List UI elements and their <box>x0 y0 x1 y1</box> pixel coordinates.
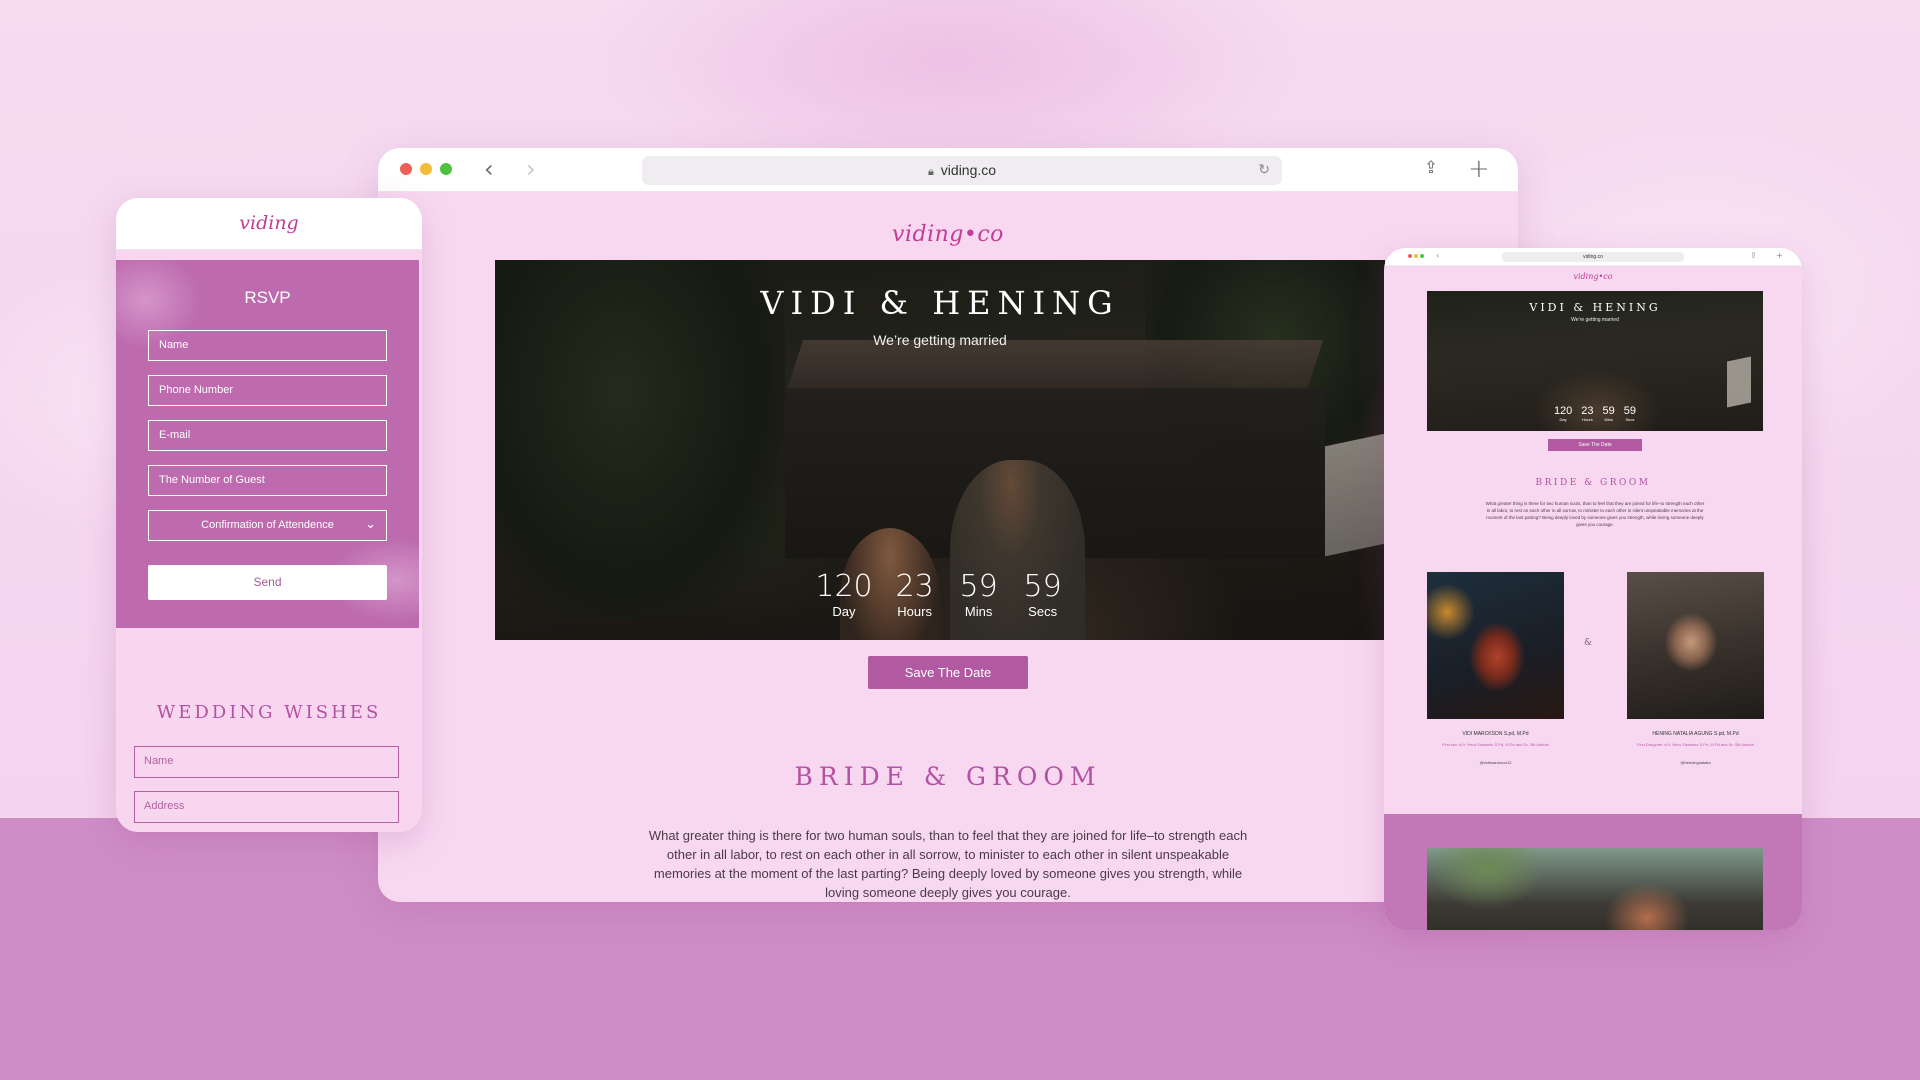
rsvp-guests-field[interactable]: The Number of Guest <box>148 465 387 496</box>
countdown-days: 120 Day <box>815 569 873 620</box>
send-button[interactable]: Send <box>148 565 387 600</box>
tablet-maximize-dot <box>1420 254 1424 258</box>
mobile-header: viding <box>116 198 422 250</box>
plus-icon[interactable]: + <box>1468 154 1490 184</box>
share-icon[interactable]: ⇪ <box>1420 158 1442 182</box>
bride-name: HENING NATALIA AGUNG S.pd, M.Pd <box>1652 731 1739 737</box>
tablet-titlebar: ‹ viding.co ⇪ + <box>1384 248 1802 266</box>
tablet-save-button: Save The Date <box>1548 439 1642 451</box>
tablet-bride-title: BRIDE & GROOM <box>1535 478 1651 488</box>
bride-parents: First Daughter of Ir. Heru Siswanto S.Pd… <box>1637 742 1754 747</box>
rsvp-form: RSVP Name Phone Number E-mail The Number… <box>116 260 419 628</box>
hero-banner: VIDI & HENING We’re getting married 120 … <box>495 260 1385 640</box>
bride-groom-text: What greater thing is there for two huma… <box>648 828 1248 900</box>
browser-titlebar: ‹ › 🔒︎ viding.co ↻ ⇪ + <box>378 148 1518 192</box>
rsvp-title: RSVP <box>244 288 291 307</box>
rsvp-name-field[interactable]: Name <box>148 330 387 361</box>
chevron-left-icon[interactable]: ‹ <box>484 156 494 182</box>
wishes-address-field[interactable]: Address <box>134 791 399 823</box>
desktop-browser-window: ‹ › 🔒︎ viding.co ↻ ⇪ + viding•co VIDI & H… <box>378 148 1518 902</box>
countdown: 120 Day 23 Hours 59 Mins 59 Secs <box>495 569 1385 620</box>
save-the-date-button[interactable]: Save The Date <box>868 656 1028 689</box>
tablet-hero: VIDI & HENING We’re getting married 120 D… <box>1427 291 1763 431</box>
confirmation-label: Confirmation of Attendence <box>201 519 334 531</box>
address-bar[interactable]: 🔒︎ viding.co ↻ <box>642 156 1282 185</box>
plus-icon: + <box>1776 251 1783 260</box>
countdown-secs: 59 Secs <box>1023 569 1062 620</box>
bride-photo <box>1627 572 1764 719</box>
site-logo[interactable]: viding•co <box>378 222 1518 247</box>
url-text: viding.co <box>940 162 997 178</box>
groom-name: VIDI MARCKSON S.pd, M.Pd <box>1462 731 1529 737</box>
groom-instagram: @vidimarckson12 <box>1479 760 1512 765</box>
tablet-logo: viding•co <box>1573 272 1613 281</box>
close-window-button[interactable] <box>400 163 412 175</box>
countdown-mins: 59 Mins <box>959 569 998 620</box>
countdown-hours: 23 Hours <box>895 569 934 620</box>
tablet-minimize-dot <box>1414 254 1418 258</box>
tablet-hero-title: VIDI & HENING <box>1529 301 1661 314</box>
rsvp-email-field[interactable]: E-mail <box>148 420 387 451</box>
tablet-preview: ‹ viding.co ⇪ + viding•co VIDI & HENING … <box>1384 248 1802 930</box>
reload-icon[interactable]: ↻ <box>1258 156 1270 185</box>
chevron-down-icon: ⌄ <box>365 517 376 532</box>
bride-instagram: @henningnatalia <box>1680 760 1711 765</box>
mobile-logo[interactable]: viding <box>116 212 422 234</box>
lock-icon: 🔒︎ <box>927 166 934 178</box>
tablet-gallery-photo <box>1427 848 1763 930</box>
ampersand-icon: & <box>1584 638 1593 648</box>
tablet-hero-subtitle: We’re getting married <box>1571 317 1619 323</box>
share-icon: ⇪ <box>1750 251 1757 260</box>
groom-parents: First son of Ir. Heru Siswanto S.Pd, M.P… <box>1442 742 1549 747</box>
tablet-close-dot <box>1408 254 1412 258</box>
tablet-countdown: 120 Day 23 Hours 59 Mins 59 Secs <box>1553 405 1637 422</box>
rsvp-confirmation-select[interactable]: Confirmation of Attendence ⌄ <box>148 510 387 541</box>
rsvp-phone-field[interactable]: Phone Number <box>148 375 387 406</box>
tablet-bride-text: What greater thing is there for two huma… <box>1485 501 1705 527</box>
wedding-wishes-title: WEDDING WISHES <box>156 702 382 723</box>
groom-photo <box>1427 572 1564 719</box>
tablet-address-bar: viding.co <box>1502 252 1684 262</box>
chevron-right-icon[interactable]: › <box>526 156 536 182</box>
wishes-name-field[interactable]: Name <box>134 746 399 778</box>
bride-groom-title: BRIDE & GROOM <box>794 762 1102 791</box>
minimize-window-button[interactable] <box>420 163 432 175</box>
hero-title: VIDI & HENING <box>760 284 1120 322</box>
chevron-left-icon: ‹ <box>1436 251 1440 260</box>
hero-subtitle: We’re getting married <box>873 332 1007 348</box>
maximize-window-button[interactable] <box>440 163 452 175</box>
mobile-preview: viding RSVP Name Phone Number E-mail The… <box>116 198 422 832</box>
